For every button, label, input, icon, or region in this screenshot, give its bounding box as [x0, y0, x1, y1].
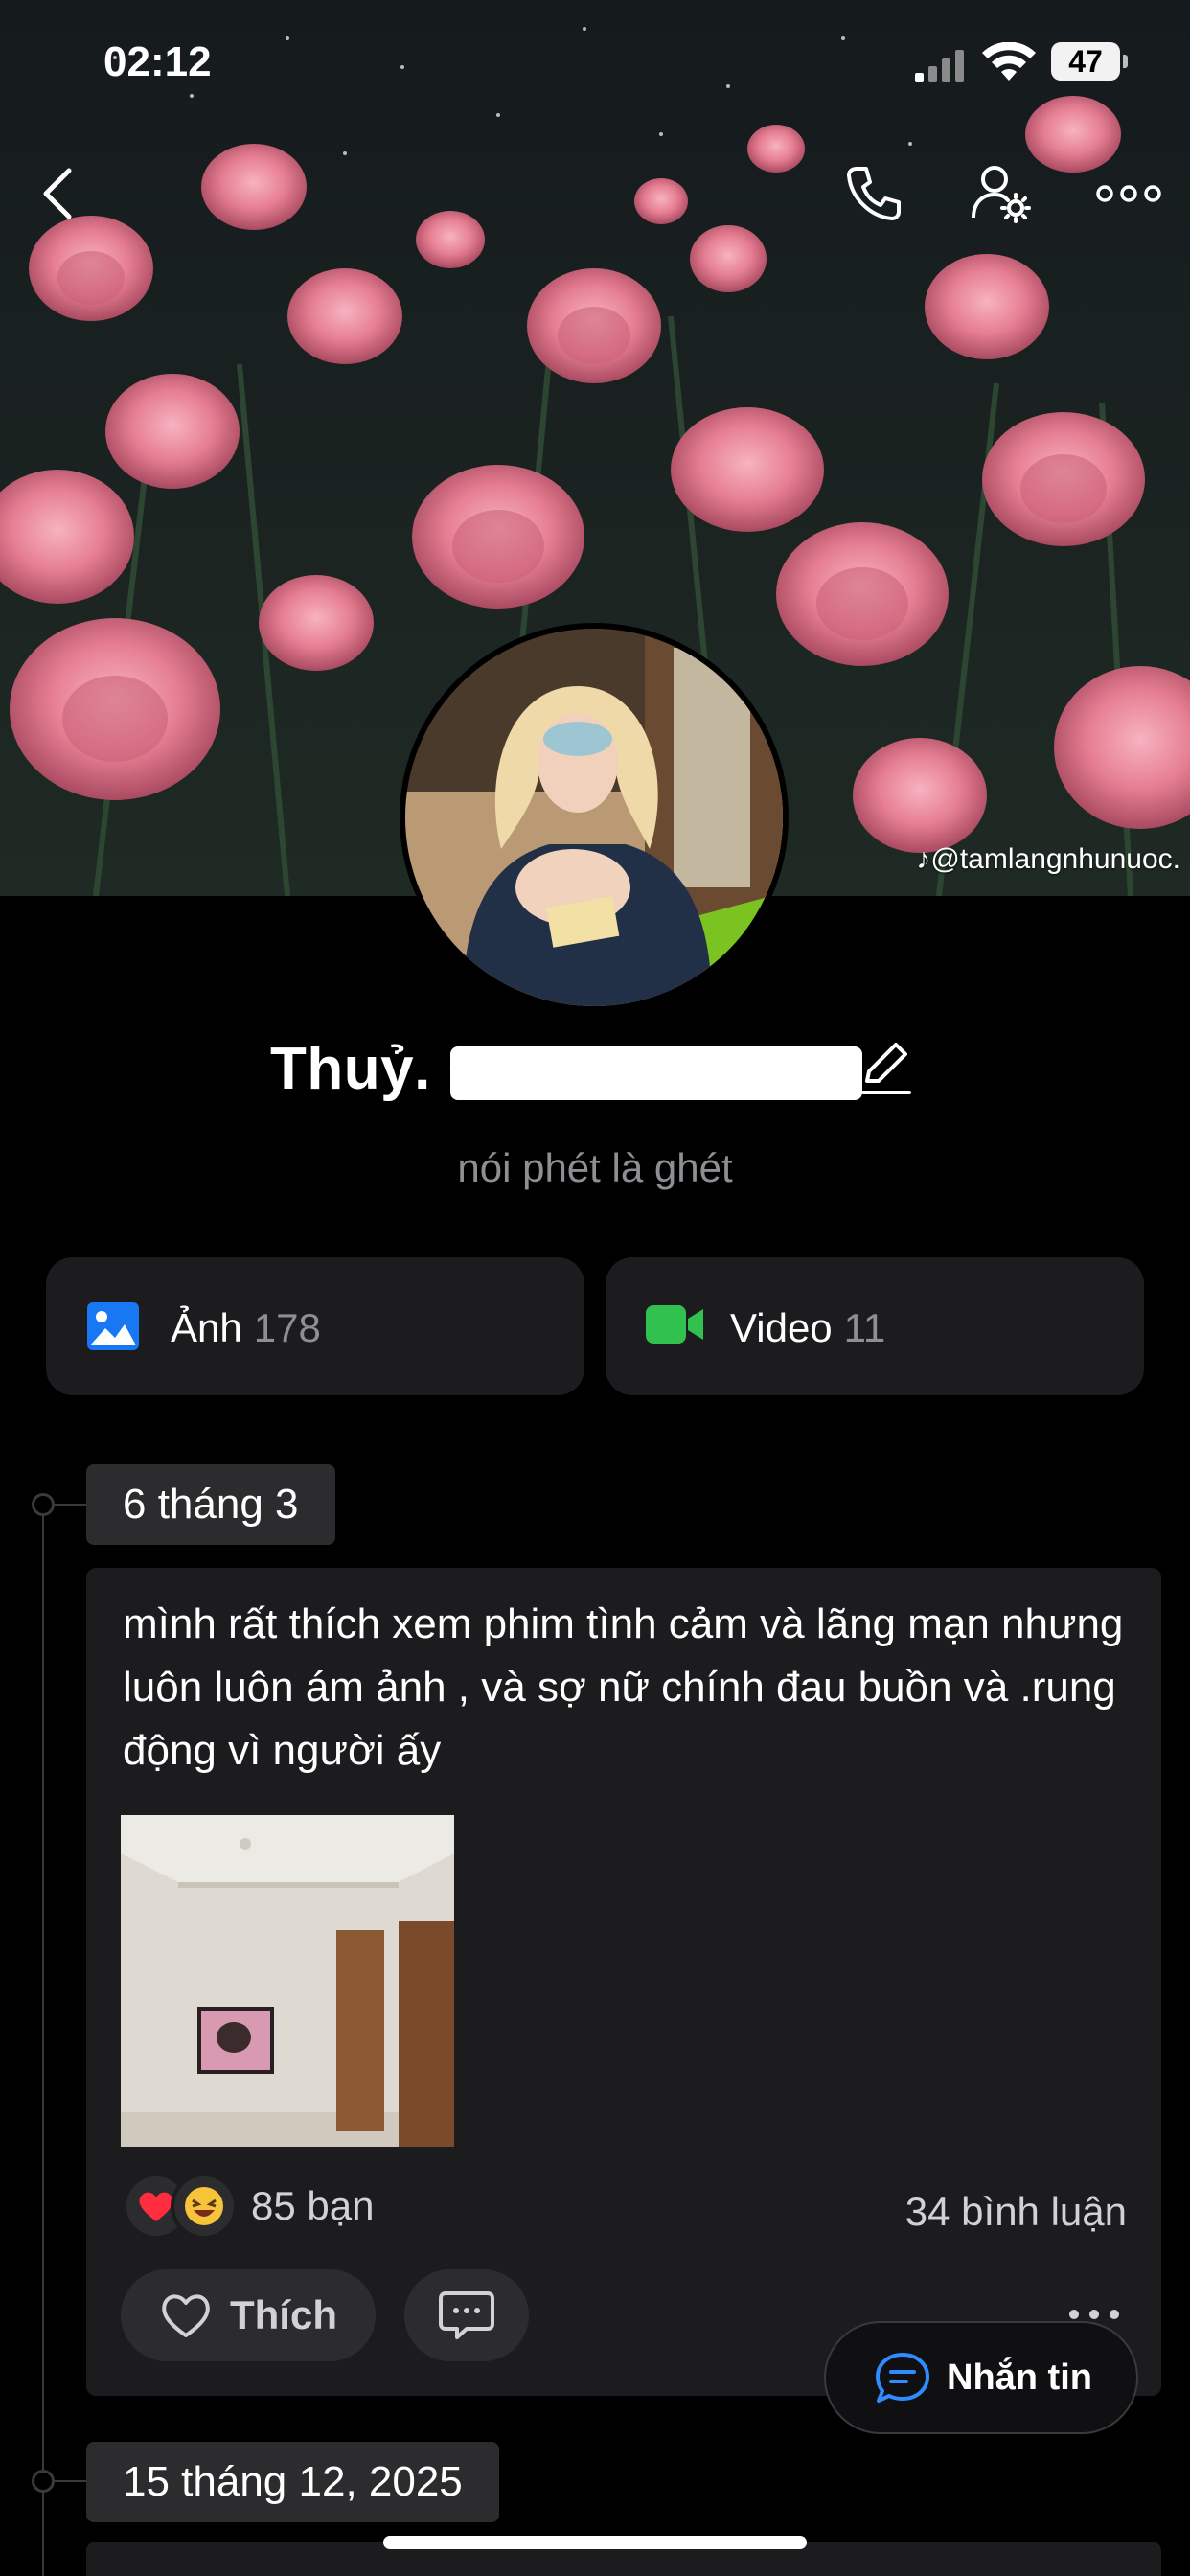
avatar[interactable] — [400, 623, 789, 1012]
tiktok-watermark: ♪@tamlangnhunuoc. — [916, 843, 1180, 876]
timeline-dot — [32, 1493, 89, 1516]
wifi-icon — [982, 42, 1036, 80]
message-label: Nhắn tin — [947, 2357, 1092, 2398]
chevron-left-icon — [43, 168, 72, 219]
phone-icon — [847, 167, 901, 220]
like-label: Thích — [230, 2292, 337, 2337]
timeline-dot — [32, 2470, 89, 2493]
post-card: mình rất thích xem phim tình cảm và lãng… — [86, 1568, 1161, 2396]
photo-icon — [87, 1302, 139, 1350]
room-tv-photo — [121, 1815, 454, 2147]
status-time: 02:12 — [103, 38, 212, 85]
post-photo[interactable] — [121, 1815, 454, 2147]
watermark-text: @tamlangnhunuoc. — [930, 843, 1180, 875]
more-options-button[interactable] — [1090, 155, 1167, 232]
name-row: Thuỷ. 0 — [0, 1035, 1190, 1112]
laughing-emoji-icon — [171, 2173, 238, 2240]
video-camera-icon — [646, 1305, 703, 1344]
profile-settings-button[interactable] — [963, 155, 1040, 232]
pencil-icon — [861, 1043, 911, 1094]
edit-name-button[interactable] — [858, 1039, 915, 1096]
profile-page: ♪@tamlangnhunuoc. 02:12 47 Thuỷ. 0 nói p… — [0, 0, 1190, 2576]
photos-label: Ảnh 178 — [171, 1305, 321, 1350]
back-button[interactable] — [19, 155, 96, 232]
date-chip: 15 tháng 12, 2025 — [86, 2442, 499, 2522]
videos-count: 11 — [843, 1305, 886, 1350]
ellipsis-icon — [1096, 185, 1161, 202]
videos-label: Video 11 — [730, 1305, 886, 1350]
home-indicator[interactable] — [383, 2536, 807, 2549]
chat-bubble-icon — [876, 2353, 929, 2403]
user-settings-icon — [972, 166, 1031, 223]
message-button[interactable]: Nhắn tin — [824, 2321, 1138, 2434]
call-button[interactable] — [835, 155, 912, 232]
heart-outline-icon — [162, 2294, 210, 2337]
comment-button[interactable] — [404, 2269, 529, 2361]
videos-button[interactable]: Video 11 — [606, 1257, 1144, 1395]
ellipsis-icon — [1069, 2310, 1119, 2319]
profile-bio: nói phét là ghét — [457, 1145, 733, 1190]
battery-icon: 47 — [1051, 42, 1128, 80]
photos-count: 178 — [253, 1305, 321, 1350]
reaction-count: 85 bạn — [251, 2183, 375, 2228]
tiktok-icon: ♪ — [916, 843, 931, 875]
signal-icon — [915, 50, 964, 82]
photos-button[interactable]: Ảnh 178 — [46, 1257, 584, 1395]
comment-count[interactable]: 34 bình luận — [905, 2189, 1127, 2235]
avatar-photo — [405, 629, 783, 1006]
comment-icon — [439, 2291, 494, 2339]
date-chip: 6 tháng 3 — [86, 1464, 335, 1545]
reactions-summary[interactable]: 85 bạn — [123, 2168, 374, 2244]
timeline-line — [42, 1505, 44, 2576]
name-redaction — [450, 1046, 862, 1100]
like-button[interactable]: Thích — [121, 2269, 376, 2361]
status-bar: 02:12 47 — [0, 29, 1190, 96]
post-text: mình rất thích xem phim tình cảm và lãng… — [123, 1600, 1124, 1774]
